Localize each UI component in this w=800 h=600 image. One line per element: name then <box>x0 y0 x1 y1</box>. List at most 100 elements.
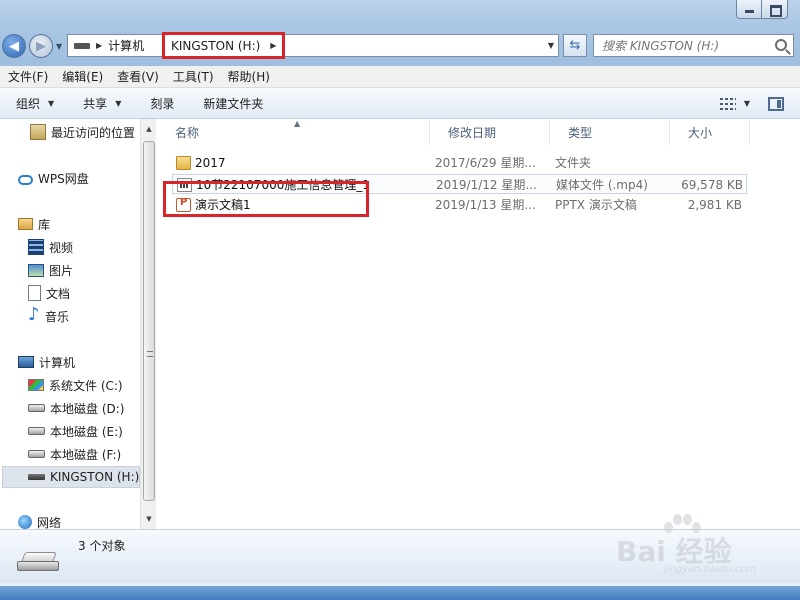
nav-item-label: 网络 <box>37 515 62 530</box>
chevron-right-icon[interactable]: ▶ <box>96 41 102 50</box>
nav-item-label: 文档 <box>46 286 71 301</box>
search-input[interactable] <box>602 38 762 53</box>
column-header-label: 大小 <box>688 125 713 140</box>
nav-item-drive-h[interactable]: KINGSTON (H:) <box>2 466 140 488</box>
burn-button[interactable]: 刻录 <box>134 95 187 112</box>
organize-button[interactable]: 组织 ▼ <box>0 95 67 112</box>
new-folder-label: 新建文件夹 <box>203 96 264 111</box>
window-buttons <box>736 0 794 20</box>
minimize-button[interactable] <box>736 0 762 19</box>
file-row[interactable]: 2017 2017/6/29 星期... 文件夹 <box>172 153 747 173</box>
nav-item-drive-c[interactable]: 系统文件 (C:) <box>28 375 123 395</box>
address-bar[interactable]: ▶ 计算机 KINGSTON (H:) ▶ ▼ <box>67 32 559 59</box>
nav-item-label: 视频 <box>49 240 74 255</box>
nav-item-label: 本地磁盘 (F:) <box>50 447 122 462</box>
file-row[interactable]: 演示文稿1 2019/1/13 星期... PPTX 演示文稿 2,981 KB <box>172 195 747 215</box>
file-size: 69,578 KB <box>681 178 743 192</box>
nav-item-music[interactable]: 音乐 <box>28 304 70 326</box>
search-icon[interactable] <box>775 39 787 51</box>
nav-item-label: WPS网盘 <box>38 171 89 186</box>
system-drive-icon <box>28 379 44 391</box>
column-header-date[interactable]: 修改日期 <box>430 119 550 145</box>
share-label: 共享 <box>83 96 108 111</box>
file-date: 2019/1/12 星期... <box>436 178 537 192</box>
nav-item-pictures[interactable]: 图片 <box>28 260 73 280</box>
hard-drive-icon <box>28 404 45 412</box>
address-dropdown-icon[interactable]: ▼ <box>548 41 554 50</box>
nav-item-libraries[interactable]: 库 <box>18 214 50 234</box>
new-folder-button[interactable]: 新建文件夹 <box>187 95 276 112</box>
chevron-down-icon: ▼ <box>115 98 122 108</box>
nav-item-documents[interactable]: 文档 <box>28 283 70 303</box>
file-type: PPTX 演示文稿 <box>555 198 637 212</box>
file-type: 媒体文件 (.mp4) <box>556 178 648 192</box>
library-icon <box>18 218 33 230</box>
column-header-type[interactable]: 类型 <box>550 119 670 145</box>
menu-file[interactable]: 文件(F) <box>0 68 54 85</box>
cloud-icon <box>18 174 33 185</box>
preview-pane-icon[interactable] <box>768 96 784 111</box>
recent-places-icon <box>30 124 46 140</box>
view-options-icon[interactable] <box>719 97 738 110</box>
file-name: 2017 <box>195 156 226 170</box>
hard-drive-icon <box>28 450 45 458</box>
maximize-button[interactable] <box>762 0 788 19</box>
menu-help[interactable]: 帮助(H) <box>220 68 276 85</box>
share-button[interactable]: 共享 ▼ <box>67 95 134 112</box>
nav-scrollbar[interactable]: ▲ ▼ <box>140 119 156 529</box>
file-date: 2017/6/29 星期... <box>435 156 536 170</box>
chevron-down-icon: ▼ <box>48 98 55 108</box>
network-icon <box>18 515 32 529</box>
search-box[interactable] <box>593 34 794 57</box>
nav-item-videos[interactable]: 视频 <box>28 237 73 257</box>
menu-edit[interactable]: 编辑(E) <box>54 68 109 85</box>
breadcrumb-computer[interactable]: 计算机 <box>108 37 144 54</box>
nav-item-label: 图片 <box>49 263 74 278</box>
column-header-label: 名称 <box>175 125 200 140</box>
file-list: ▲ 名称 修改日期 类型 大小 2017 2017/6/29 星期... 文件夹… <box>157 119 800 529</box>
file-type: 文件夹 <box>555 156 592 170</box>
nav-item-label: 本地磁盘 (E:) <box>50 424 123 439</box>
drive-icon <box>74 42 90 49</box>
nav-item-drive-d[interactable]: 本地磁盘 (D:) <box>28 398 124 418</box>
nav-item-drive-f[interactable]: 本地磁盘 (F:) <box>28 444 121 464</box>
file-row[interactable]: 10节22107000施工信息管理_1 2019/1/12 星期... 媒体文件… <box>172 174 747 194</box>
menu-view[interactable]: 查看(V) <box>109 68 165 85</box>
hard-drive-icon <box>28 427 45 435</box>
menu-tools[interactable]: 工具(T) <box>165 68 220 85</box>
refresh-button[interactable]: ⇆ <box>563 34 587 57</box>
forward-button[interactable]: ▶ <box>29 34 53 58</box>
chevron-right-icon[interactable]: ▶ <box>270 41 276 50</box>
back-button[interactable]: ◀ <box>2 34 26 58</box>
nav-item-label: 库 <box>38 217 51 232</box>
scroll-up-icon[interactable]: ▲ <box>141 121 157 137</box>
computer-icon <box>18 356 34 368</box>
column-header-size[interactable]: 大小 <box>670 119 750 145</box>
recent-pages-dropdown[interactable]: ▼ <box>56 42 62 51</box>
document-icon <box>28 285 41 301</box>
scroll-down-icon[interactable]: ▼ <box>141 511 157 527</box>
column-header-label: 类型 <box>568 125 593 140</box>
taskbar-strip <box>0 583 800 600</box>
nav-item-wps[interactable]: WPS网盘 <box>18 168 89 188</box>
nav-item-label: 最近访问的位置 <box>51 125 136 140</box>
chevron-down-icon[interactable]: ▼ <box>744 99 750 108</box>
nav-item-recent[interactable]: 最近访问的位置 <box>30 122 135 142</box>
usb-drive-icon <box>28 474 45 480</box>
nav-item-computer[interactable]: 计算机 <box>18 352 75 372</box>
nav-item-drive-e[interactable]: 本地磁盘 (E:) <box>28 421 123 441</box>
breadcrumb-current-label: KINGSTON (H:) <box>171 38 261 53</box>
pictures-icon <box>28 263 44 277</box>
file-name: 10节22107000施工信息管理_1 <box>196 178 370 192</box>
command-bar: 组织 ▼ 共享 ▼ 刻录 新建文件夹 ▼ <box>0 88 800 119</box>
file-date: 2019/1/13 星期... <box>435 198 536 212</box>
refresh-icon: ⇆ <box>569 38 581 53</box>
column-header-name[interactable]: 名称 <box>157 119 430 145</box>
breadcrumb-current[interactable]: KINGSTON (H:) ▶ <box>162 32 286 59</box>
nav-item-network[interactable]: 网络 <box>18 512 61 529</box>
usb-drive-icon <box>17 552 61 572</box>
scrollbar-thumb[interactable] <box>143 141 155 501</box>
item-count: 3 个对象 <box>78 539 126 553</box>
nav-item-label: 音乐 <box>45 309 70 324</box>
video-icon <box>28 239 44 255</box>
